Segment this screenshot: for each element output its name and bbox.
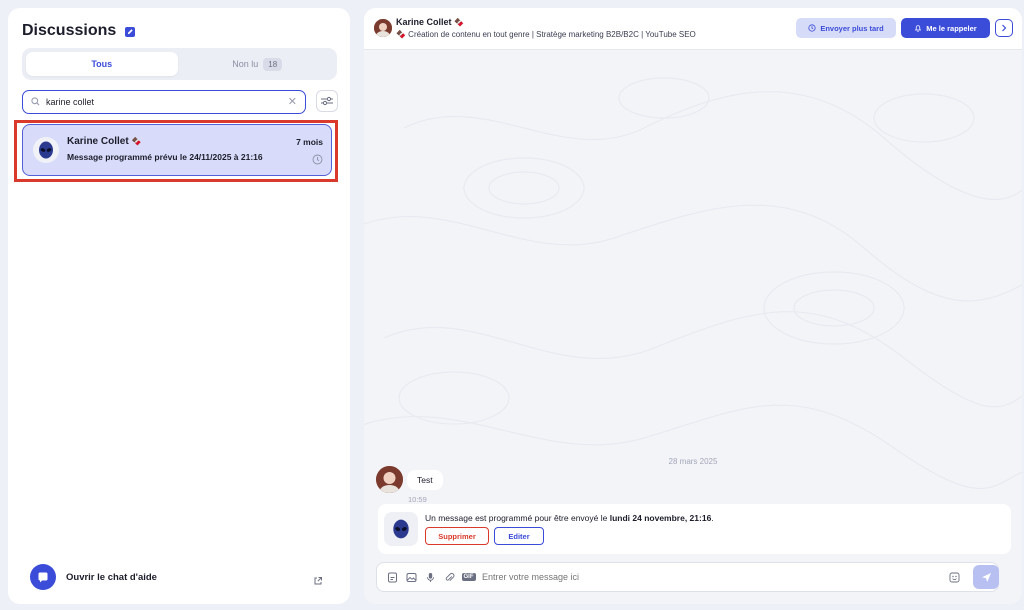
image-icon[interactable]: [406, 572, 417, 583]
gif-icon[interactable]: GIF: [461, 572, 476, 583]
clear-search-icon[interactable]: ✕: [288, 96, 297, 108]
edit-scheduled-button[interactable]: Editer: [494, 527, 544, 545]
avatar: [33, 137, 59, 163]
search-input[interactable]: karine collet ✕: [22, 90, 306, 114]
contact-avatar[interactable]: [374, 19, 392, 37]
chat-bubble-icon: [30, 564, 56, 590]
message-bubble[interactable]: Test: [407, 470, 443, 490]
help-chat-label: Ouvrir le chat d'aide: [66, 571, 157, 583]
microphone-icon[interactable]: [425, 572, 436, 583]
scheduled-notice: Un message est programmé pour être envoy…: [425, 513, 714, 523]
tab-unread-label: Non lu: [232, 59, 259, 69]
search-icon: [31, 93, 40, 111]
chat-header: Karine Collet 🍫 🍫 Création de contenu en…: [364, 8, 1022, 50]
help-chat-link[interactable]: Ouvrir le chat d'aide: [30, 564, 157, 590]
document-icon[interactable]: [387, 572, 398, 583]
bell-icon: [915, 25, 922, 32]
scheduled-message-card: Un message est programmé pour être envoy…: [378, 504, 1011, 554]
expand-panel-button[interactable]: [995, 19, 1013, 37]
chat-panel: Karine Collet 🍫 🍫 Création de contenu en…: [364, 8, 1022, 604]
conversation-sidebar: Discussions Tous Non lu 18 karine collet…: [8, 8, 350, 604]
filter-settings-button[interactable]: [316, 90, 338, 112]
compose-icon[interactable]: [124, 25, 136, 37]
conversation-item-karine-collet[interactable]: Karine Collet 🍫 Message programmé prévu …: [22, 124, 332, 176]
paperclip-icon[interactable]: [444, 572, 455, 583]
contact-name: Karine Collet 🍫: [67, 136, 142, 147]
emoji-icon[interactable]: [949, 572, 960, 583]
clock-icon: [808, 24, 816, 32]
contact-headline: 🍫 Création de contenu en tout genre | St…: [396, 30, 696, 39]
send-button[interactable]: [973, 565, 999, 589]
avatar: [384, 512, 418, 546]
message-composer: GIF: [376, 562, 999, 592]
delete-scheduled-button[interactable]: Supprimer: [425, 527, 489, 545]
unread-count-badge: 18: [263, 57, 283, 71]
search-value[interactable]: karine collet: [46, 97, 282, 107]
message-input[interactable]: [482, 572, 941, 582]
clock-icon: [312, 152, 323, 165]
timestamp: 7 mois: [296, 137, 323, 147]
tab-all[interactable]: Tous: [26, 52, 178, 76]
message-preview: Message programmé prévu le 24/11/2025 à …: [67, 152, 263, 162]
tab-all-label: Tous: [91, 59, 113, 69]
message-text: Test: [417, 475, 433, 485]
page-title: Discussions: [22, 22, 117, 39]
tab-unread[interactable]: Non lu 18: [182, 52, 334, 76]
send-icon: [981, 572, 991, 582]
sender-avatar: [376, 466, 403, 493]
external-link-icon[interactable]: [313, 573, 323, 585]
alien-icon: [39, 141, 53, 159]
alien-icon: [393, 519, 409, 539]
chevron-right-icon: [1002, 24, 1007, 32]
contact-name: Karine Collet 🍫: [396, 17, 464, 27]
sidebar-header: Discussions: [22, 22, 136, 40]
remind-me-button[interactable]: Me le rappeler: [901, 18, 990, 38]
date-separator: 28 mars 2025: [668, 457, 718, 466]
send-later-button[interactable]: Envoyer plus tard: [796, 18, 896, 38]
message-time: 10:59: [408, 495, 427, 504]
filter-tabs: Tous Non lu 18: [22, 48, 337, 80]
sliders-icon: [321, 96, 333, 106]
